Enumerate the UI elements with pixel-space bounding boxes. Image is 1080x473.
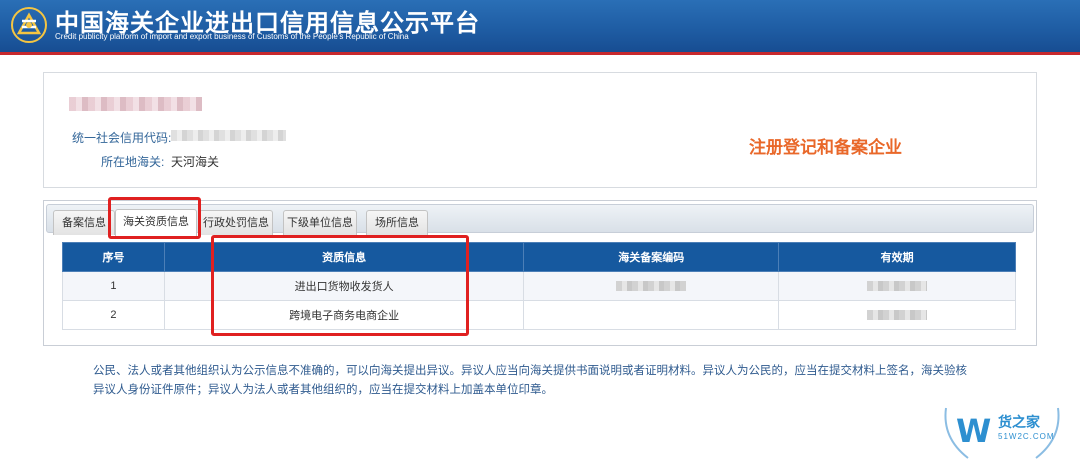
header-validity: 有效期	[778, 242, 1016, 272]
notice-line-2: 异议人身份证件原件；异议人为法人或者其他组织的，应当在提交材料上加盖本单位印章。	[93, 384, 553, 396]
header-customs-code: 海关备案编码	[523, 242, 780, 272]
header-index: 序号	[62, 242, 165, 272]
qualification-highlight-box	[211, 235, 469, 336]
objection-notice: 公民、法人或者其他组织认为公示信息不准确的，可以向海关提出异议。异议人应当向海关…	[93, 362, 993, 400]
tab-site-info[interactable]: 场所信息	[366, 210, 428, 235]
customs-emblem-icon	[11, 7, 47, 43]
tab-administrative-penalty[interactable]: 行政处罚信息	[199, 210, 273, 235]
row-validity	[778, 300, 1016, 330]
validity-redacted	[867, 281, 928, 292]
site-subtitle: Credit publicity platform of import and …	[55, 32, 409, 41]
validity-redacted	[867, 310, 928, 321]
company-name-redacted	[69, 97, 202, 111]
customs-label: 所在地海关:	[101, 155, 165, 169]
watermark-brand: 货之家	[998, 415, 1040, 431]
row-validity	[778, 271, 1016, 301]
credit-code-redacted	[171, 130, 286, 141]
row-customs-code	[523, 271, 780, 301]
watermark-url: 51W2C.COM	[998, 432, 1055, 441]
row-customs-code	[523, 300, 780, 330]
notice-line-1: 公民、法人或者其他组织认为公示信息不准确的，可以向海关提出异议。异议人应当向海关…	[93, 365, 967, 377]
row-index: 2	[62, 300, 165, 330]
tab-subordinate-units[interactable]: 下级单位信息	[283, 210, 357, 235]
qualification-table: 序号 资质信息 海关备案编码 有效期 1 进出口货物收发货人 2 跨境电子商务电…	[62, 242, 1016, 330]
table-row: 2 跨境电子商务电商企业	[62, 300, 1016, 330]
site-header: 中国海关企业进出口信用信息公示平台 Credit publicity platf…	[0, 0, 1080, 55]
company-info-panel: 统一社会信用代码: 所在地海关: 天河海关 注册登记和备案企业	[43, 72, 1037, 188]
row-index: 1	[62, 271, 165, 301]
credit-code-label: 统一社会信用代码:	[72, 131, 172, 145]
table-row: 1 进出口货物收发货人	[62, 271, 1016, 301]
customs-value: 天河海关	[171, 155, 220, 169]
registration-type-label: 注册登记和备案企业	[749, 138, 902, 158]
tab-filing-info[interactable]: 备案信息	[53, 210, 115, 235]
tab-highlight-box	[108, 197, 201, 239]
customs-code-redacted	[616, 281, 687, 292]
svg-text:W: W	[956, 412, 991, 450]
table-header-row: 序号 资质信息 海关备案编码 有效期	[62, 242, 1016, 272]
